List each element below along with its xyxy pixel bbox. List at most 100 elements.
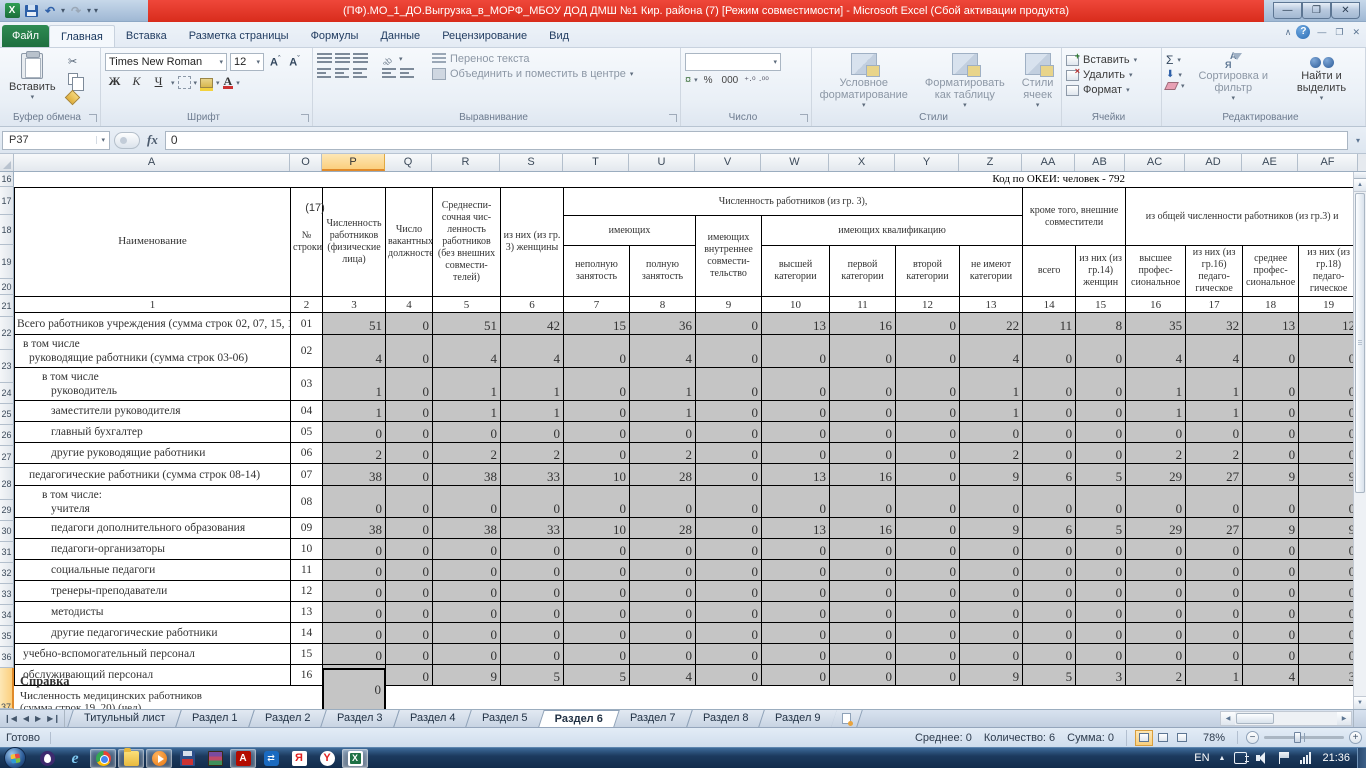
taskbar-item-ie-icon[interactable]: e — [62, 749, 88, 768]
insert-function-icon[interactable]: fx — [144, 132, 161, 148]
value-cell[interactable]: 0 — [1076, 401, 1126, 422]
value-cell[interactable]: 0 — [762, 335, 830, 368]
value-cell[interactable]: 4 — [323, 335, 386, 368]
column-number-cell[interactable]: 11 — [830, 297, 896, 313]
taskbar-item-floppy-icon[interactable] — [174, 749, 200, 768]
normal-view-button[interactable] — [1135, 730, 1153, 746]
value-cell[interactable]: 12 — [1299, 313, 1359, 335]
close-button[interactable]: ✕ — [1331, 2, 1360, 19]
row-header-27[interactable]: 27 — [0, 446, 14, 468]
row-header-36[interactable]: 36 — [0, 647, 14, 668]
value-cell[interactable]: 5 — [1076, 464, 1126, 486]
value-cell[interactable]: 0 — [433, 602, 501, 623]
wrap-text-button[interactable]: Перенос текста — [432, 53, 633, 65]
header-cell[interactable]: не имеют категории — [960, 246, 1023, 297]
value-cell[interactable]: 38 — [323, 464, 386, 486]
value-cell[interactable]: 0 — [323, 422, 386, 443]
value-cell[interactable]: 1 — [1126, 401, 1186, 422]
value-cell[interactable]: 0 — [696, 602, 762, 623]
row-label-cell[interactable]: педагоги-организаторы — [15, 539, 291, 560]
taskbar-item-yandex-browser-icon[interactable]: Y — [314, 749, 340, 768]
row-header-22[interactable]: 22 — [0, 317, 14, 350]
value-cell[interactable]: 0 — [1243, 401, 1299, 422]
workbook-minimize-icon[interactable]: — — [1315, 27, 1328, 37]
value-cell[interactable]: 0 — [1243, 486, 1299, 518]
value-cell[interactable]: 1 — [433, 401, 501, 422]
value-cell[interactable]: 0 — [762, 401, 830, 422]
row-code-cell[interactable]: 01 — [291, 313, 323, 335]
value-cell[interactable]: 9 — [960, 665, 1023, 686]
value-cell[interactable]: 0 — [1126, 581, 1186, 602]
ribbon-tab-6[interactable]: Рецензирование — [431, 25, 538, 47]
value-cell[interactable]: 13 — [762, 313, 830, 335]
first-sheet-icon[interactable]: ❙◀ — [4, 714, 17, 723]
font-name-select[interactable]: Times New Roman▾ — [105, 53, 227, 71]
value-cell[interactable]: 0 — [1023, 486, 1076, 518]
value-cell[interactable]: 0 — [501, 539, 564, 560]
value-cell[interactable]: 0 — [896, 422, 960, 443]
column-number-cell[interactable]: 15 — [1076, 297, 1126, 313]
value-cell[interactable]: 0 — [830, 602, 896, 623]
value-cell[interactable]: 0 — [1076, 486, 1126, 518]
column-header-Z[interactable]: Z — [959, 154, 1022, 171]
value-cell[interactable]: 38 — [433, 518, 501, 539]
header-cell[interactable]: из них (из гр.16) педаго- гическое — [1186, 246, 1243, 297]
column-header-T[interactable]: T — [563, 154, 629, 171]
column-header-AC[interactable]: AC — [1125, 154, 1185, 171]
value-cell[interactable]: 2 — [1126, 443, 1186, 464]
undo-dropdown-icon[interactable]: ▾ — [61, 6, 65, 15]
insert-cells-button[interactable]: Вставить▾ — [1066, 54, 1137, 66]
value-cell[interactable]: 0 — [1243, 581, 1299, 602]
value-cell[interactable]: 0 — [433, 644, 501, 665]
value-cell[interactable]: 4 — [1186, 335, 1243, 368]
row-label-cell[interactable]: в том числеруководитель — [15, 368, 291, 401]
copy-icon[interactable] — [64, 71, 82, 87]
value-cell[interactable]: 0 — [960, 644, 1023, 665]
value-cell[interactable]: 0 — [564, 422, 630, 443]
value-cell[interactable]: 6 — [1023, 518, 1076, 539]
value-cell[interactable]: 9 — [960, 518, 1023, 539]
row-header-17[interactable]: 17 — [0, 187, 14, 215]
font-dialog-launcher[interactable] — [301, 114, 309, 122]
value-cell[interactable]: 2 — [1186, 443, 1243, 464]
header-cell[interactable]: Численность работников (из гр. 3), — [564, 188, 1023, 216]
value-cell[interactable]: 0 — [1023, 335, 1076, 368]
value-cell[interactable]: 0 — [1076, 368, 1126, 401]
tray-expand-icon[interactable]: ▲ — [1219, 755, 1226, 762]
value-cell[interactable]: 0 — [696, 422, 762, 443]
row-label-cell[interactable]: главный бухгалтер — [15, 422, 291, 443]
value-cell[interactable]: 36 — [630, 313, 696, 335]
value-cell[interactable]: 0 — [896, 623, 960, 644]
value-cell[interactable]: 0 — [1299, 539, 1359, 560]
align-center-icon[interactable] — [335, 68, 350, 80]
value-cell[interactable]: 0 — [1126, 486, 1186, 518]
value-cell[interactable]: 9 — [1299, 518, 1359, 539]
value-cell[interactable]: 9 — [960, 464, 1023, 486]
column-header-X[interactable]: X — [829, 154, 895, 171]
font-color-icon[interactable]: А — [223, 76, 234, 89]
value-cell[interactable]: 0 — [1126, 602, 1186, 623]
header-cell[interactable]: из них (из гр. 3) женщины — [501, 188, 564, 297]
alignment-dialog-launcher[interactable] — [669, 114, 677, 122]
value-cell[interactable]: 0 — [1076, 644, 1126, 665]
last-sheet-icon[interactable]: ▶❙ — [47, 714, 60, 723]
column-number-cell[interactable]: 13 — [960, 297, 1023, 313]
value-cell[interactable]: 0 — [1023, 368, 1076, 401]
value-cell[interactable]: 0 — [1243, 623, 1299, 644]
increase-font-icon[interactable]: Аˆ — [267, 56, 283, 69]
scroll-right-icon[interactable]: ▶ — [1337, 712, 1351, 725]
value-cell[interactable]: 0 — [386, 581, 433, 602]
header-cell[interactable]: всего — [1023, 246, 1076, 297]
column-number-cell[interactable]: 7 — [564, 297, 630, 313]
zoom-slider[interactable] — [1264, 736, 1344, 739]
column-header-AF[interactable]: AF — [1298, 154, 1358, 171]
show-desktop-button[interactable] — [1357, 748, 1366, 768]
value-cell[interactable]: 9 — [1243, 518, 1299, 539]
value-cell[interactable]: 0 — [830, 401, 896, 422]
value-cell[interactable]: 0 — [896, 518, 960, 539]
formula-input[interactable]: 0 — [165, 131, 1348, 150]
value-cell[interactable]: 0 — [896, 313, 960, 335]
value-cell[interactable]: 0 — [1299, 581, 1359, 602]
header-cell[interactable]: имеющих квалификацию — [762, 216, 1023, 246]
value-cell[interactable]: 0 — [630, 581, 696, 602]
